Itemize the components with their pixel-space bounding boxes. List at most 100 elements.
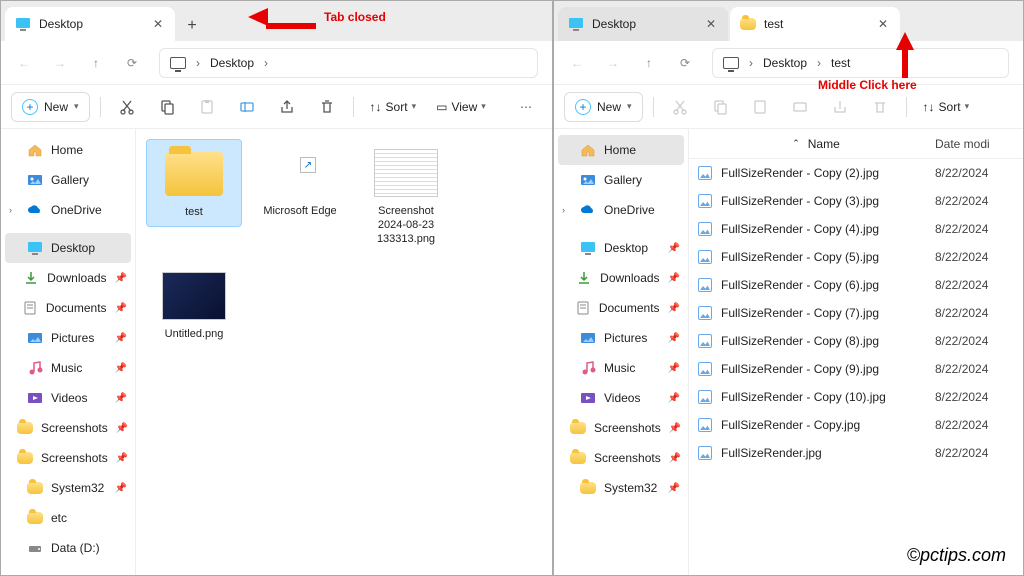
copy-button[interactable] [704, 92, 736, 122]
more-button[interactable]: ⋯ [510, 92, 542, 122]
rename-button[interactable] [784, 92, 816, 122]
sidebar-item-home[interactable]: Home [1, 135, 135, 165]
new-tab-button[interactable]: + [177, 11, 207, 41]
list-item[interactable]: FullSizeRender - Copy (3).jpg8/22/2024 [689, 187, 1023, 215]
list-item[interactable]: FullSizeRender - Copy (4).jpg8/22/2024 [689, 215, 1023, 243]
copy-button[interactable] [151, 92, 183, 122]
folder-icon [570, 450, 586, 466]
column-headers: ⌃Name Date modi [689, 129, 1023, 159]
share-button[interactable] [271, 92, 303, 122]
refresh-button[interactable]: ⟳ [676, 54, 694, 72]
tab-desktop[interactable]: Desktop ✕ [5, 7, 175, 41]
close-tab-icon[interactable]: ✕ [151, 17, 165, 31]
documents-icon [22, 300, 38, 316]
list-item[interactable]: FullSizeRender - Copy (10).jpg8/22/2024 [689, 383, 1023, 411]
sidebar-item-label: Documents [46, 301, 107, 315]
pin-icon: 📌 [668, 273, 680, 284]
sidebar-item-gallery[interactable]: Gallery [1, 165, 135, 195]
sidebar-item-gallery[interactable]: Gallery [554, 165, 688, 195]
breadcrumb-test[interactable]: test [831, 56, 850, 70]
file-name: FullSizeRender - Copy (2).jpg [721, 166, 935, 180]
new-button[interactable]: +New▾ [11, 92, 90, 122]
nav-bar: ← → ↑ ⟳ › Desktop › [1, 41, 552, 85]
sidebar-item-pictures[interactable]: Pictures📌 [554, 323, 688, 353]
sidebar-item-onedrive[interactable]: ›OneDrive [554, 195, 688, 225]
delete-button[interactable] [864, 92, 896, 122]
delete-button[interactable] [311, 92, 343, 122]
back-button[interactable]: ← [15, 54, 33, 72]
file-date: 8/22/2024 [935, 250, 1015, 264]
cut-button[interactable] [664, 92, 696, 122]
breadcrumb-desktop[interactable]: Desktop [210, 56, 254, 70]
back-button[interactable]: ← [568, 54, 586, 72]
refresh-button[interactable]: ⟳ [123, 54, 141, 72]
pin-icon: 📌 [668, 303, 680, 314]
file-date: 8/22/2024 [935, 278, 1015, 292]
sidebar-item-datad[interactable]: Data (D:) [1, 533, 135, 563]
sidebar-item-desktop[interactable]: Desktop [5, 233, 131, 263]
file-item[interactable]: Screenshot 2024-08-23 133313.png [358, 139, 454, 252]
sort-button[interactable]: ↑↓Sort▾ [917, 100, 976, 114]
sidebar-item-screenshots[interactable]: Screenshots📌 [1, 413, 135, 443]
pin-icon: 📌 [669, 423, 681, 434]
sidebar-item-documents[interactable]: Documents📌 [554, 293, 688, 323]
column-name[interactable]: ⌃Name [697, 137, 935, 151]
new-button[interactable]: +New▾ [564, 92, 643, 122]
list-item[interactable]: FullSizeRender - Copy (9).jpg8/22/2024 [689, 355, 1023, 383]
forward-button[interactable]: → [604, 54, 622, 72]
file-item[interactable]: ↗Microsoft Edge [252, 139, 348, 225]
forward-button[interactable]: → [51, 54, 69, 72]
tab-test[interactable]: test ✕ [730, 7, 900, 41]
sidebar-item-downloads[interactable]: Downloads📌 [1, 263, 135, 293]
home-icon [27, 142, 43, 158]
column-date[interactable]: Date modi [935, 137, 1015, 151]
folder-icon [165, 152, 223, 196]
pin-icon: 📌 [115, 393, 127, 404]
explorer-window-left: Desktop ✕ + ← → ↑ ⟳ › Desktop › +New▾ ↑↓… [0, 0, 553, 576]
sidebar-item-screenshots[interactable]: Screenshots📌 [554, 443, 688, 473]
up-button[interactable]: ↑ [87, 54, 105, 72]
list-item[interactable]: FullSizeRender - Copy (2).jpg8/22/2024 [689, 159, 1023, 187]
sidebar-item-label: Videos [604, 391, 640, 405]
content-area[interactable]: test↗Microsoft EdgeScreenshot 2024-08-23… [136, 129, 552, 575]
list-item[interactable]: FullSizeRender - Copy (8).jpg8/22/2024 [689, 327, 1023, 355]
sidebar-item-screenshots[interactable]: Screenshots📌 [1, 443, 135, 473]
sidebar-item-videos[interactable]: Videos📌 [554, 383, 688, 413]
list-item[interactable]: FullSizeRender.jpg8/22/2024 [689, 439, 1023, 467]
sidebar-item-downloads[interactable]: Downloads📌 [554, 263, 688, 293]
sidebar-item-etc[interactable]: etc [1, 503, 135, 533]
sidebar-item-music[interactable]: Music📌 [554, 353, 688, 383]
view-button[interactable]: ▭View▾ [430, 100, 492, 114]
sidebar-item-videos[interactable]: Videos📌 [1, 383, 135, 413]
tab-bar: Desktop ✕ + [1, 1, 552, 41]
sidebar-item-system32[interactable]: System32📌 [554, 473, 688, 503]
file-item[interactable]: Untitled.png [146, 262, 242, 348]
rename-button[interactable] [231, 92, 263, 122]
address-bar[interactable]: › Desktop › test [712, 48, 1009, 78]
list-item[interactable]: FullSizeRender - Copy.jpg8/22/2024 [689, 411, 1023, 439]
address-bar[interactable]: › Desktop › [159, 48, 538, 78]
sidebar-item-home[interactable]: Home [558, 135, 684, 165]
list-item[interactable]: FullSizeRender - Copy (7).jpg8/22/2024 [689, 299, 1023, 327]
paste-button[interactable] [191, 92, 223, 122]
close-tab-icon[interactable]: ✕ [876, 17, 890, 31]
paste-button[interactable] [744, 92, 776, 122]
list-item[interactable]: FullSizeRender - Copy (6).jpg8/22/2024 [689, 271, 1023, 299]
sidebar-item-onedrive[interactable]: ›OneDrive [1, 195, 135, 225]
breadcrumb-desktop[interactable]: Desktop [763, 56, 807, 70]
sidebar-item-desktop[interactable]: Desktop📌 [554, 233, 688, 263]
tab-desktop[interactable]: Desktop ✕ [558, 7, 728, 41]
sidebar-item-music[interactable]: Music📌 [1, 353, 135, 383]
sidebar-item-pictures[interactable]: Pictures📌 [1, 323, 135, 353]
file-item[interactable]: test [146, 139, 242, 227]
sort-button[interactable]: ↑↓Sort▾ [364, 100, 423, 114]
close-tab-icon[interactable]: ✕ [704, 17, 718, 31]
sidebar-item-system32[interactable]: System32📌 [1, 473, 135, 503]
share-button[interactable] [824, 92, 856, 122]
up-button[interactable]: ↑ [640, 54, 658, 72]
sidebar-item-screenshots[interactable]: Screenshots📌 [554, 413, 688, 443]
list-item[interactable]: FullSizeRender - Copy (5).jpg8/22/2024 [689, 243, 1023, 271]
cut-button[interactable] [111, 92, 143, 122]
sidebar-item-documents[interactable]: Documents📌 [1, 293, 135, 323]
content-area[interactable]: ⌃Name Date modi FullSizeRender - Copy (2… [689, 129, 1023, 575]
